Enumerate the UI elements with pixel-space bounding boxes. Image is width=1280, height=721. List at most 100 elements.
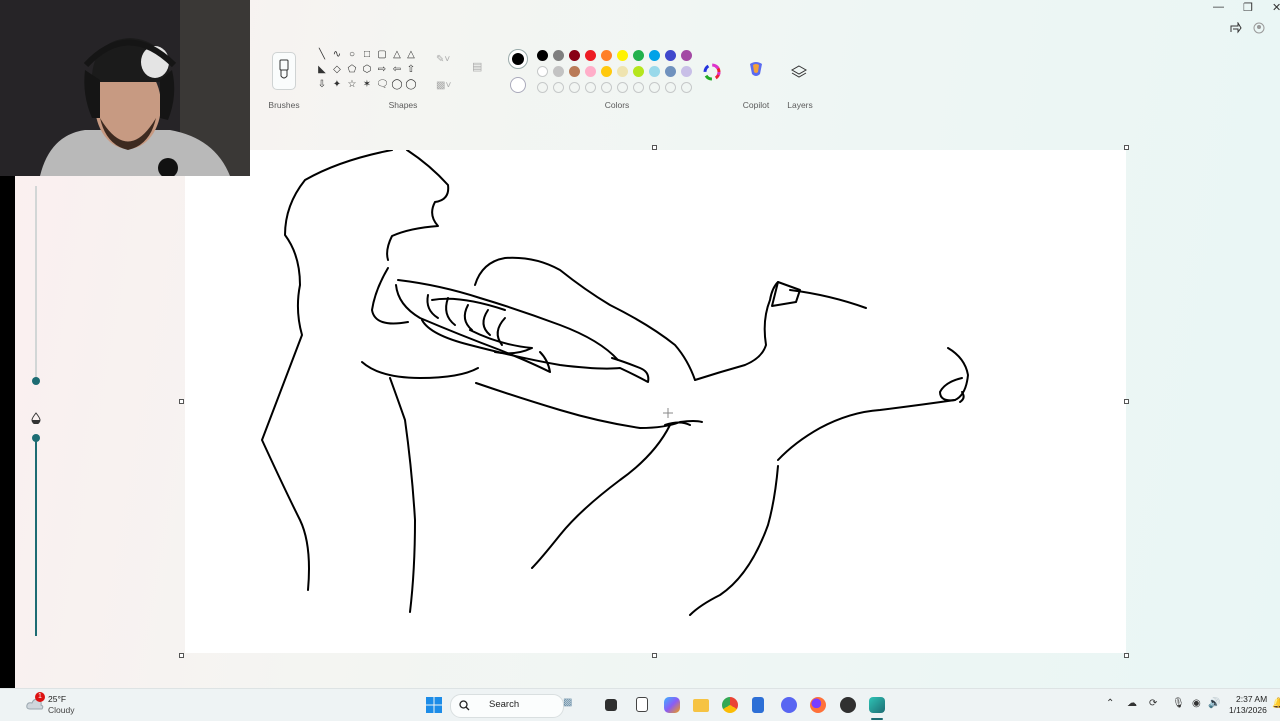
color-swatch[interactable] bbox=[553, 50, 564, 61]
paint-taskbar-icon[interactable] bbox=[869, 697, 885, 713]
callout-shape-icon[interactable]: 🗨 bbox=[376, 80, 389, 90]
resize-handle-left[interactable] bbox=[179, 399, 184, 404]
discord-icon[interactable] bbox=[781, 697, 797, 713]
five-point-star-shape-icon[interactable]: ☆ bbox=[346, 80, 358, 90]
weather-temp[interactable]: 25°F bbox=[48, 694, 66, 704]
color-swatch[interactable] bbox=[553, 66, 564, 77]
resize-handle-top-right[interactable] bbox=[1124, 145, 1129, 150]
color-swatch[interactable] bbox=[601, 66, 612, 77]
hexagon-shape-icon[interactable]: ⬡ bbox=[361, 65, 373, 75]
weather-desc[interactable]: Cloudy bbox=[48, 705, 74, 715]
size-slider-track[interactable] bbox=[35, 186, 37, 378]
restore-icon[interactable]: ❐ bbox=[1243, 1, 1253, 14]
layers-icon[interactable] bbox=[791, 64, 807, 80]
custom-color-slot[interactable] bbox=[649, 82, 660, 93]
fill-icon[interactable]: ▩˅ bbox=[436, 80, 451, 91]
notification-icon[interactable]: 🔔 bbox=[1272, 698, 1280, 709]
copilot-taskbar-icon[interactable] bbox=[664, 697, 680, 713]
resize-handle-bottom[interactable] bbox=[652, 653, 657, 658]
rectangle-shape-icon[interactable]: □ bbox=[361, 50, 373, 60]
wifi-icon[interactable]: ◉ bbox=[1192, 698, 1201, 709]
color-swatch[interactable] bbox=[617, 66, 628, 77]
resize-handle-right[interactable] bbox=[1124, 399, 1129, 404]
opacity-slider-thumb[interactable] bbox=[32, 434, 40, 442]
cloud-callout-shape-icon[interactable]: ◯ bbox=[405, 80, 417, 90]
secondary-color[interactable] bbox=[510, 77, 526, 93]
curve-shape-icon[interactable]: ∿ bbox=[331, 50, 343, 60]
custom-color-slot[interactable] bbox=[553, 82, 564, 93]
oval-shape-icon[interactable]: ○ bbox=[346, 50, 358, 60]
diamond-shape-icon[interactable]: ◇ bbox=[331, 65, 343, 75]
share-icon[interactable] bbox=[1230, 22, 1242, 34]
outline-icon[interactable]: ✎˅ bbox=[436, 54, 450, 65]
sync-icon[interactable]: ⟳ bbox=[1149, 698, 1157, 709]
copilot-icon[interactable] bbox=[747, 60, 765, 78]
color-swatch[interactable] bbox=[633, 50, 644, 61]
clock-date[interactable]: 1/13/2026 bbox=[1229, 705, 1267, 715]
color-swatch[interactable] bbox=[681, 50, 692, 61]
microphone-icon[interactable]: 🎙 bbox=[1172, 698, 1185, 709]
color-swatch[interactable] bbox=[649, 66, 660, 77]
rounded-rect-shape-icon[interactable]: ▢ bbox=[376, 50, 388, 60]
custom-color-slot[interactable] bbox=[617, 82, 628, 93]
custom-color-slot[interactable] bbox=[633, 82, 644, 93]
down-arrow-shape-icon[interactable]: ⇩ bbox=[316, 80, 328, 90]
custom-color-slot[interactable] bbox=[665, 82, 676, 93]
notes-app-icon[interactable] bbox=[752, 697, 764, 713]
four-point-star-shape-icon[interactable]: ✦ bbox=[331, 80, 343, 90]
custom-color-slot[interactable] bbox=[585, 82, 596, 93]
resize-handle-top[interactable] bbox=[652, 145, 657, 150]
oval-callout-shape-icon[interactable]: ◯ bbox=[391, 80, 403, 90]
color-swatch[interactable] bbox=[601, 50, 612, 61]
firefox-icon[interactable] bbox=[810, 697, 826, 713]
taskbar-search[interactable]: Search ▩ bbox=[450, 694, 572, 718]
color-swatch[interactable] bbox=[681, 66, 692, 77]
chrome-icon[interactable] bbox=[722, 697, 738, 713]
color-swatch[interactable] bbox=[633, 66, 644, 77]
tray-overflow-icon[interactable]: ⌃ bbox=[1106, 698, 1114, 709]
task-view-icon[interactable] bbox=[605, 699, 617, 711]
color-swatch[interactable] bbox=[585, 66, 596, 77]
volume-icon[interactable]: 🔊 bbox=[1208, 698, 1220, 709]
resize-handle-bottom-left[interactable] bbox=[179, 653, 184, 658]
shapes-gallery[interactable]: ╲ ∿ ○ □ ▢ △ △ ◣ ◇ ⬠ ⬡ ⇨ ⇦ ⇧ ⇩ ✦ ☆ ✶ 🗨 ◯ … bbox=[316, 50, 420, 96]
color-swatch[interactable] bbox=[649, 50, 660, 61]
account-icon[interactable] bbox=[1253, 22, 1265, 34]
custom-color-slot[interactable] bbox=[601, 82, 612, 93]
six-point-star-shape-icon[interactable]: ✶ bbox=[361, 80, 373, 90]
close-icon[interactable]: ✕ bbox=[1272, 1, 1280, 14]
triangle-shape-icon[interactable]: △ bbox=[405, 50, 417, 60]
size-slider-thumb[interactable] bbox=[32, 377, 40, 385]
onedrive-icon[interactable]: ☁ bbox=[1127, 698, 1137, 709]
custom-color-slot[interactable] bbox=[681, 82, 692, 93]
opacity-slider-fill[interactable] bbox=[35, 438, 37, 636]
color-swatch[interactable] bbox=[537, 50, 548, 61]
line-shape-icon[interactable]: ╲ bbox=[316, 50, 328, 60]
text-icon[interactable]: ▤ bbox=[472, 60, 482, 73]
up-arrow-shape-icon[interactable]: ⇧ bbox=[405, 65, 417, 75]
drawing-canvas[interactable] bbox=[185, 150, 1126, 653]
right-arrow-shape-icon[interactable]: ⇨ bbox=[376, 65, 388, 75]
right-triangle-shape-icon[interactable]: ◣ bbox=[316, 65, 328, 75]
start-icon[interactable] bbox=[426, 697, 442, 713]
file-explorer-icon[interactable] bbox=[693, 699, 709, 712]
color-swatch[interactable] bbox=[569, 50, 580, 61]
pentagon-shape-icon[interactable]: ⬠ bbox=[346, 65, 358, 75]
obs-icon[interactable] bbox=[840, 697, 856, 713]
primary-color[interactable] bbox=[508, 49, 528, 69]
custom-color-slot[interactable] bbox=[537, 82, 548, 93]
notepad-icon[interactable] bbox=[636, 697, 648, 712]
left-arrow-shape-icon[interactable]: ⇦ bbox=[391, 65, 403, 75]
color-swatch[interactable] bbox=[585, 50, 596, 61]
color-swatch[interactable] bbox=[665, 66, 676, 77]
resize-handle-bottom-right[interactable] bbox=[1124, 653, 1129, 658]
color-swatch[interactable] bbox=[617, 50, 628, 61]
minimize-icon[interactable]: — bbox=[1213, 1, 1224, 13]
color-wheel-icon[interactable] bbox=[703, 63, 721, 81]
color-swatch[interactable] bbox=[537, 66, 548, 77]
custom-color-slot[interactable] bbox=[569, 82, 580, 93]
color-swatch[interactable] bbox=[569, 66, 580, 77]
brushes-button[interactable] bbox=[272, 52, 296, 90]
polygon-shape-icon[interactable]: △ bbox=[391, 50, 403, 60]
clock-time[interactable]: 2:37 AM bbox=[1236, 694, 1267, 704]
